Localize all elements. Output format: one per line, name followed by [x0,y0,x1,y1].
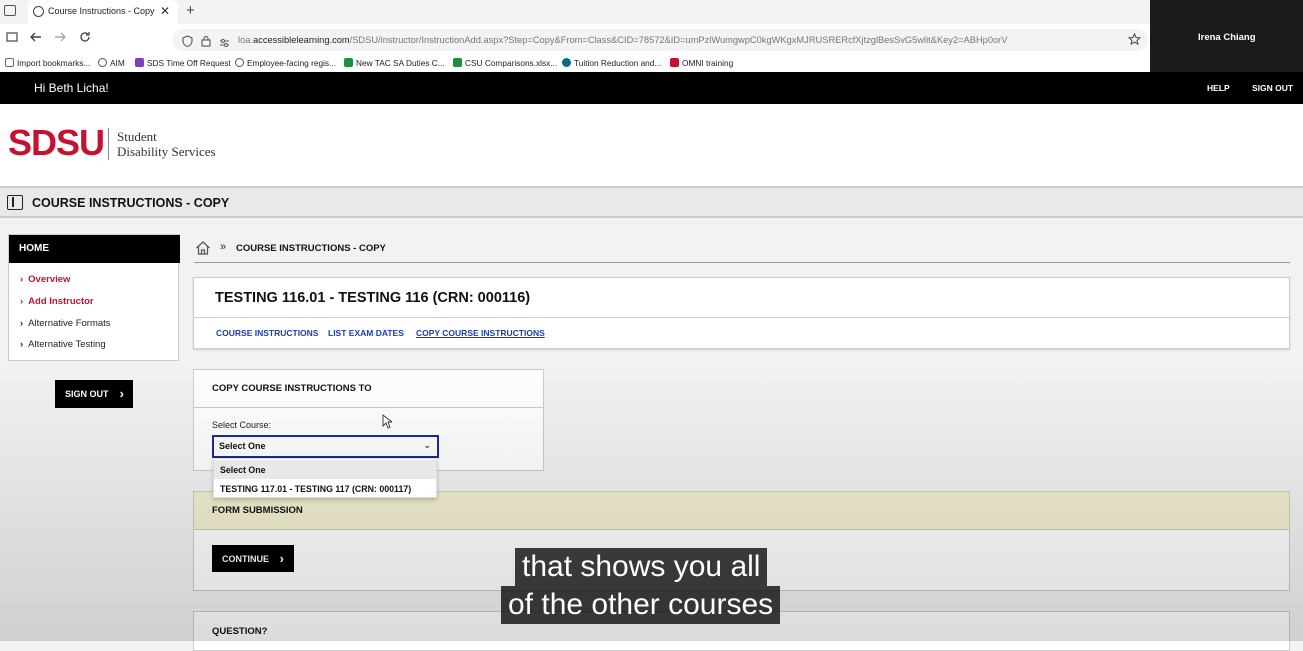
sdsu-logo[interactable]: SDSU [8,122,105,164]
participant-name: Irena Chiang [1198,32,1256,43]
breadcrumb-separator: » [220,241,227,253]
select-course-dropdown[interactable]: Select One ⌄ [212,435,439,458]
bookmark-item[interactable]: New TAC SA Duties C... [344,58,445,68]
sidebar-toggle-icon[interactable] [6,30,18,46]
continue-label: CONTINUE [222,554,269,564]
chevron-right-icon: › [20,318,24,329]
lock-icon[interactable] [201,34,211,52]
bookmark-item[interactable]: SDS Time Off Request [135,58,231,68]
sidebar-item-alternative-testing[interactable]: › Alternative Testing [20,339,106,350]
breadcrumb-current: COURSE INSTRUCTIONS - COPY [236,243,386,254]
sidebar-item-alternative-formats[interactable]: › Alternative Formats [20,318,111,329]
globe-icon [98,58,107,67]
tab-search-icon[interactable] [4,5,16,16]
page-title-bar: COURSE INSTRUCTIONS - COPY [0,186,1303,218]
star-icon[interactable] [1127,32,1142,51]
greeting-text: Hi Beth Licha! [34,81,109,95]
site-top-bar: Hi Beth Licha! HELP SIGN OUT [0,72,1303,104]
copy-panel-divider [194,407,543,408]
bookmark-item[interactable]: Tuition Reduction and... [562,58,661,68]
collapse-menu-icon[interactable] [7,195,23,210]
top-signout-link[interactable]: SIGN OUT [1252,83,1293,93]
question-heading: QUESTION? [212,626,268,637]
copy-course-instructions-link[interactable]: COPY COURSE INSTRUCTIONS [416,328,545,338]
sidebar-menu: HOME › Overview › Add Instructor › Alternat… [8,234,180,361]
sheets-icon [453,58,462,67]
sharepoint-icon [562,58,571,67]
course-option[interactable]: Select One [214,460,436,479]
chevron-right-icon: › [279,551,284,566]
sidebar-heading-home[interactable]: HOME [9,235,180,263]
bookmarks-bar: Import bookmarks... AIM SDS Time Off Req… [0,56,1150,72]
caption-line-2: of the other courses [501,586,781,624]
chevron-down-icon: ⌄ [423,440,431,450]
browser-toolbar: loa.accessiblelearning.com/SDSU/instruct… [0,24,1150,56]
new-tab-icon[interactable]: + [186,2,195,19]
sheets-icon [344,58,353,67]
address-bar[interactable]: loa.accessiblelearning.com/SDSU/instruct… [172,29,1148,51]
browser-tab[interactable]: Course Instructions - Copy ✕ [28,0,178,24]
copy-panel-heading: COPY COURSE INSTRUCTIONS TO [212,383,372,394]
chevron-right-icon: › [20,274,24,285]
course-options-list[interactable]: Select One TESTING 117.01 - TESTING 117 … [213,458,437,498]
course-card: TESTING 116.01 - TESTING 116 (CRN: 00011… [193,277,1290,349]
globe-icon [235,58,244,67]
back-icon[interactable] [29,30,42,46]
site-header: SDSU Student Disability Services [0,104,1303,186]
home-icon[interactable] [195,240,211,256]
chevron-right-icon: › [119,386,124,401]
close-tab-icon[interactable]: ✕ [160,4,170,18]
selected-value: Select One [219,441,266,451]
chevron-right-icon: › [20,339,24,350]
form-icon [135,58,144,67]
reload-icon[interactable] [79,30,91,46]
forward-icon[interactable] [54,30,67,46]
help-link[interactable]: HELP [1207,83,1230,93]
bookmark-item[interactable]: AIM [98,58,125,68]
sdsu-icon [670,58,679,67]
import-icon [5,58,14,67]
list-exam-dates-link[interactable]: LIST EXAM DATES [328,328,404,338]
tab-title: Course Instructions - Copy [48,6,155,16]
sidebar-item-overview[interactable]: › Overview [20,274,70,285]
mouse-cursor-icon [382,414,394,434]
bookmark-item[interactable]: CSU Comparisons.xlsx... [453,58,557,68]
sidebar-signout-button[interactable]: SIGN OUT › [55,380,133,408]
bookmark-item[interactable]: Import bookmarks... [5,58,90,68]
breadcrumb-divider [194,262,1290,263]
shield-icon[interactable] [182,34,193,52]
chevron-right-icon: › [20,296,24,307]
site-settings-icon[interactable] [219,35,230,53]
department-name-line1: Student [117,129,157,144]
sidebar-item-add-instructor[interactable]: › Add Instructor [20,296,94,307]
course-title: TESTING 116.01 - TESTING 116 (CRN: 00011… [215,290,531,306]
video-call-tile: Irena Chiang [1150,0,1303,80]
browser-tab-strip: Course Instructions - Copy ✕ + [0,0,1150,24]
bookmark-item[interactable]: OMNI training [670,58,733,68]
bookmark-item[interactable]: Employee-facing regis... [235,58,336,68]
course-instructions-link[interactable]: COURSE INSTRUCTIONS [216,328,318,338]
caption-line-1: that shows you all [515,548,768,586]
copy-instructions-panel: COPY COURSE INSTRUCTIONS TO Select Cours… [193,369,544,471]
continue-button[interactable]: CONTINUE › [212,545,294,572]
signout-label: SIGN OUT [65,389,109,399]
page-title: COURSE INSTRUCTIONS - COPY [32,196,230,210]
url-text: loa.accessiblelearning.com/SDSU/instruct… [238,35,1008,45]
globe-icon [33,6,44,17]
select-course-label: Select Course: [212,420,272,430]
department-name-line2: Disability Services [117,144,216,159]
course-option[interactable]: TESTING 117.01 - TESTING 117 (CRN: 00011… [214,479,436,498]
course-card-divider [194,317,1289,318]
logo-divider [108,128,109,160]
